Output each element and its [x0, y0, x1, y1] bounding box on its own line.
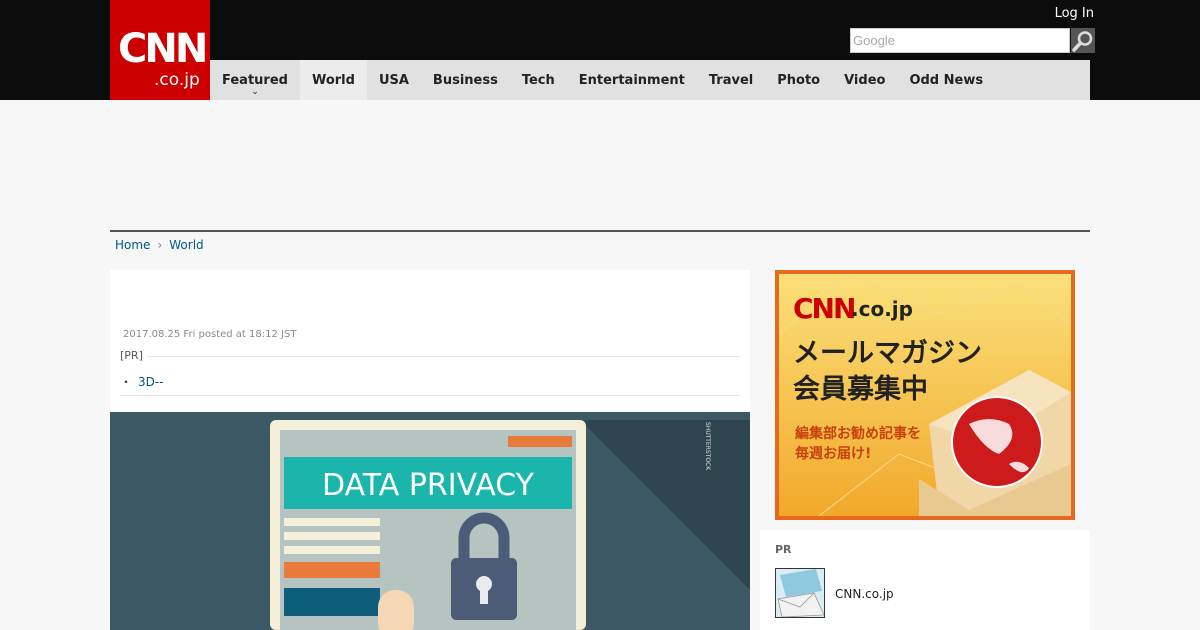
- mail-icon: [776, 569, 824, 617]
- nav-item-business[interactable]: Business: [421, 60, 510, 100]
- pr-label: [PR]: [120, 349, 147, 362]
- nav-item-usa[interactable]: USA: [367, 60, 421, 100]
- nav-item-label: Travel: [708, 72, 754, 88]
- logo-main-text: CNN: [118, 26, 208, 72]
- logo-sub-text: .co.jp: [154, 70, 200, 90]
- newsletter-ad[interactable]: CNN .co.jp メールマガジン 会員募集中 編集部お勧め記事を 毎週お届け…: [775, 270, 1075, 520]
- ad-brand: CNN: [793, 292, 854, 325]
- nav-item-odd-news[interactable]: Odd News: [897, 60, 995, 100]
- nav-item-label: Tech: [521, 72, 555, 88]
- data-privacy-illustration: DATA PRIVACY SHUTTERSTOCK: [110, 412, 750, 630]
- nav-item-entertainment[interactable]: Entertainment: [567, 60, 697, 100]
- login-link[interactable]: Log In: [1055, 6, 1094, 21]
- pr-link[interactable]: 3D--: [138, 375, 164, 389]
- nav-item-featured[interactable]: Featured ⌄: [210, 60, 300, 100]
- pr-panel-title: PR: [775, 543, 792, 556]
- ad-headline-2: 会員募集中: [793, 373, 928, 405]
- ad-brand-sub: .co.jp: [851, 297, 913, 321]
- article-date: 2017.08.25 Fri posted at 18:12 JST: [123, 329, 297, 340]
- hero-text: DATA PRIVACY: [322, 468, 535, 503]
- nav-item-world[interactable]: World: [299, 60, 367, 100]
- photo-credit: SHUTTERSTOCK: [704, 422, 711, 471]
- nav-item-photo[interactable]: Photo: [765, 60, 832, 100]
- ad-headline-1: メールマガジン: [793, 338, 982, 369]
- nav-item-label: Photo: [777, 72, 821, 88]
- nav-item-label: Business: [432, 72, 498, 88]
- hero-image: DATA PRIVACY SHUTTERSTOCK: [110, 412, 750, 630]
- pr-link-row: ・ 3D--: [120, 373, 164, 390]
- main-nav: Featured ⌄ World USA Business Tech Enter…: [210, 60, 1090, 100]
- nav-item-label: Featured: [222, 72, 288, 88]
- banner-ad-space: [110, 100, 1090, 230]
- nav-item-label: USA: [378, 72, 409, 88]
- nav-item-label: Entertainment: [578, 72, 685, 88]
- section-divider: [110, 230, 1090, 232]
- pr-item-name[interactable]: CNN.co.jp: [835, 587, 894, 601]
- nav-item-label: Odd News: [909, 72, 984, 88]
- chevron-down-icon: ⌄: [251, 87, 259, 97]
- nav-item-video[interactable]: Video: [832, 60, 897, 100]
- nav-item-tech[interactable]: Tech: [510, 60, 567, 100]
- article-card: 2017.08.25 Fri posted at 18:12 JST [PR] …: [110, 270, 750, 630]
- nav-item-label: Video: [844, 72, 886, 88]
- nav-item-travel[interactable]: Travel: [697, 60, 765, 100]
- pr-thumbnail[interactable]: [775, 568, 825, 618]
- breadcrumb-world[interactable]: World: [169, 238, 203, 252]
- bullet: ・: [120, 375, 133, 389]
- newsletter-ad-artwork: CNN .co.jp メールマガジン 会員募集中 編集部お勧め記事を 毎週お届け…: [779, 274, 1071, 516]
- pr-box: [PR] ・ 3D--: [120, 349, 740, 396]
- ad-sub-1: 編集部お勧め記事を: [795, 425, 921, 442]
- cnn-logo[interactable]: CNN .co.jp: [110, 0, 210, 100]
- pr-panel: PR CNN.co.jp: [760, 530, 1090, 630]
- nav-item-label: World: [311, 72, 355, 88]
- ad-sub-2: 毎週お届け!: [795, 445, 871, 462]
- breadcrumb-home[interactable]: Home: [115, 238, 150, 252]
- search-input[interactable]: [850, 28, 1070, 53]
- chevron-right-icon: ›: [157, 238, 163, 252]
- search-icon: [1072, 30, 1093, 52]
- breadcrumb: Home › World: [115, 238, 204, 252]
- search-button[interactable]: [1071, 28, 1095, 53]
